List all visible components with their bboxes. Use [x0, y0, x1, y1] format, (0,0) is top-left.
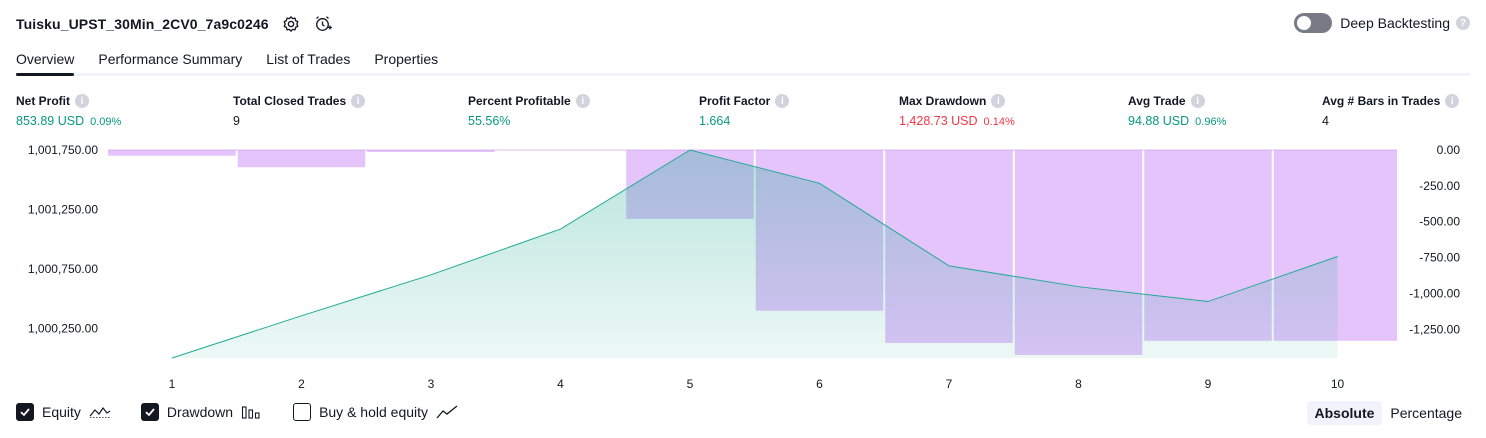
buy-hold-line-icon [436, 405, 458, 419]
help-icon[interactable]: i [75, 94, 89, 108]
drawdown-bar [108, 150, 236, 156]
x-axis-tick-label: 6 [816, 377, 823, 391]
right-axis-tick-label: -1,250.00 [1409, 322, 1460, 336]
buy-hold-checkbox[interactable] [293, 403, 312, 421]
metric-label: Net Profit [16, 94, 70, 108]
legend-label: Drawdown [166, 404, 234, 420]
help-icon[interactable]: i [351, 94, 366, 108]
tab-list-of-trades[interactable]: List of Trades [266, 44, 350, 73]
metric-label: Avg # Bars in Trades [1322, 94, 1441, 108]
x-axis-tick-label: 8 [1075, 377, 1082, 391]
metric-value: 55.56% [468, 114, 511, 128]
metric-percent: 0.14% [983, 116, 1015, 128]
legend-label: Buy & hold equity [319, 404, 429, 420]
metric-value: 853.89 USD [16, 114, 85, 128]
metric-percent: 0.96% [1195, 116, 1227, 128]
tab-properties[interactable]: Properties [374, 44, 438, 73]
right-axis-tick-label: 0.00 [1437, 143, 1461, 157]
deep-backtesting-label: Deep Backtesting [1340, 15, 1450, 31]
x-axis-tick-label: 9 [1205, 377, 1212, 391]
legend-equity[interactable]: Equity [16, 403, 111, 421]
equity-drawdown-chart[interactable]: 1,001,750.00 1,001,250.00 1,000,750.00 1,00… [0, 138, 1486, 398]
metric-avg-bars: Avg # Bars in Trades i 4 [1322, 94, 1460, 128]
metric-avg-trade: Avg Trade i 94.88 USD 0.96% [1128, 94, 1226, 128]
help-icon[interactable]: i [1190, 94, 1205, 108]
legend-drawdown[interactable]: Drawdown [140, 403, 263, 421]
x-axis-tick-label: 5 [687, 377, 694, 391]
metric-profit-factor: Profit Factor i 1.664 [699, 94, 790, 128]
strategy-name: Tuisku_UPST_30Min_2CV0_7a9c0246 [16, 16, 269, 32]
legend-label: Equity [42, 404, 81, 420]
drawdown-bar [237, 150, 366, 168]
metric-label: Avg Trade [1128, 94, 1186, 108]
x-axis-tick-label: 3 [428, 377, 435, 391]
right-axis-tick-label: -1,000.00 [1409, 286, 1460, 300]
left-axis-tick-label: 1,000,250.00 [28, 321, 98, 335]
equity-checkbox[interactable] [16, 403, 34, 421]
left-axis-tick-label: 1,001,750.00 [28, 143, 98, 157]
metric-value: 4 [1322, 114, 1329, 128]
deep-backtesting: Deep Backtesting ? [1294, 13, 1470, 33]
metric-label: Total Closed Trades [233, 94, 347, 108]
right-axis-tick-label: -750.00 [1419, 251, 1460, 265]
alarm-add-icon[interactable] [313, 14, 333, 34]
absolute-button[interactable]: Absolute [1306, 401, 1383, 425]
metric-value: 94.88 USD [1128, 114, 1190, 128]
metric-max-drawdown: Max Drawdown i 1,428.73 USD 0.14% [899, 94, 1015, 128]
tab-bar: Overview Performance Summary List of Tra… [16, 44, 1470, 76]
help-icon[interactable]: ? [1456, 16, 1470, 30]
x-axis-tick-label: 2 [298, 377, 305, 391]
metric-value: 9 [233, 114, 240, 128]
right-axis-tick-label: -500.00 [1419, 215, 1460, 229]
deep-backtesting-toggle[interactable] [1294, 13, 1333, 33]
toggle-knob [1297, 16, 1312, 30]
metric-net-profit: Net Profit i 853.89 USD 0.09% [16, 94, 121, 128]
drawdown-bars-icon [241, 405, 263, 419]
x-axis-tick-label: 10 [1331, 377, 1345, 391]
legend-buy-hold[interactable]: Buy & hold equity [293, 403, 458, 421]
gear-icon[interactable] [281, 14, 301, 34]
left-axis-tick-label: 1,001,250.00 [28, 202, 98, 216]
metric-label: Profit Factor [699, 94, 771, 108]
metrics-row: Net Profit i 853.89 USD 0.09% Total Closed… [16, 94, 1470, 130]
strategy-header: Tuisku_UPST_30Min_2CV0_7a9c0246 [16, 12, 333, 36]
help-icon[interactable]: i [1445, 94, 1460, 108]
x-axis-tick-label: 7 [946, 377, 953, 391]
metric-label: Max Drawdown [899, 94, 987, 108]
metric-value: 1,428.73 USD [899, 114, 978, 128]
metric-percent: 0.09% [90, 116, 122, 128]
display-mode-switch: Absolute Percentage [1306, 401, 1471, 425]
metric-value: 1.664 [699, 114, 731, 128]
metric-percent-profitable: Percent Profitable i 55.56% [468, 94, 590, 128]
metric-label: Percent Profitable [468, 94, 571, 108]
right-axis-tick-label: -250.00 [1419, 179, 1460, 193]
tab-performance-summary[interactable]: Performance Summary [98, 44, 242, 73]
x-axis-tick-label: 1 [169, 377, 176, 391]
left-axis-tick-label: 1,000,750.00 [28, 262, 98, 276]
metric-total-closed-trades: Total Closed Trades i 9 [233, 94, 366, 128]
help-icon[interactable]: i [775, 94, 790, 108]
chart-legend: Equity Drawdown Buy & hold equity [16, 403, 488, 421]
help-icon[interactable]: i [991, 94, 1006, 108]
drawdown-bar [367, 150, 495, 152]
drawdown-checkbox[interactable] [140, 403, 159, 421]
x-axis-tick-label: 4 [557, 377, 564, 391]
percentage-button[interactable]: Percentage [1382, 401, 1470, 425]
equity-line-icon [89, 405, 111, 419]
help-icon[interactable]: i [575, 94, 590, 108]
tab-overview[interactable]: Overview [16, 44, 75, 76]
